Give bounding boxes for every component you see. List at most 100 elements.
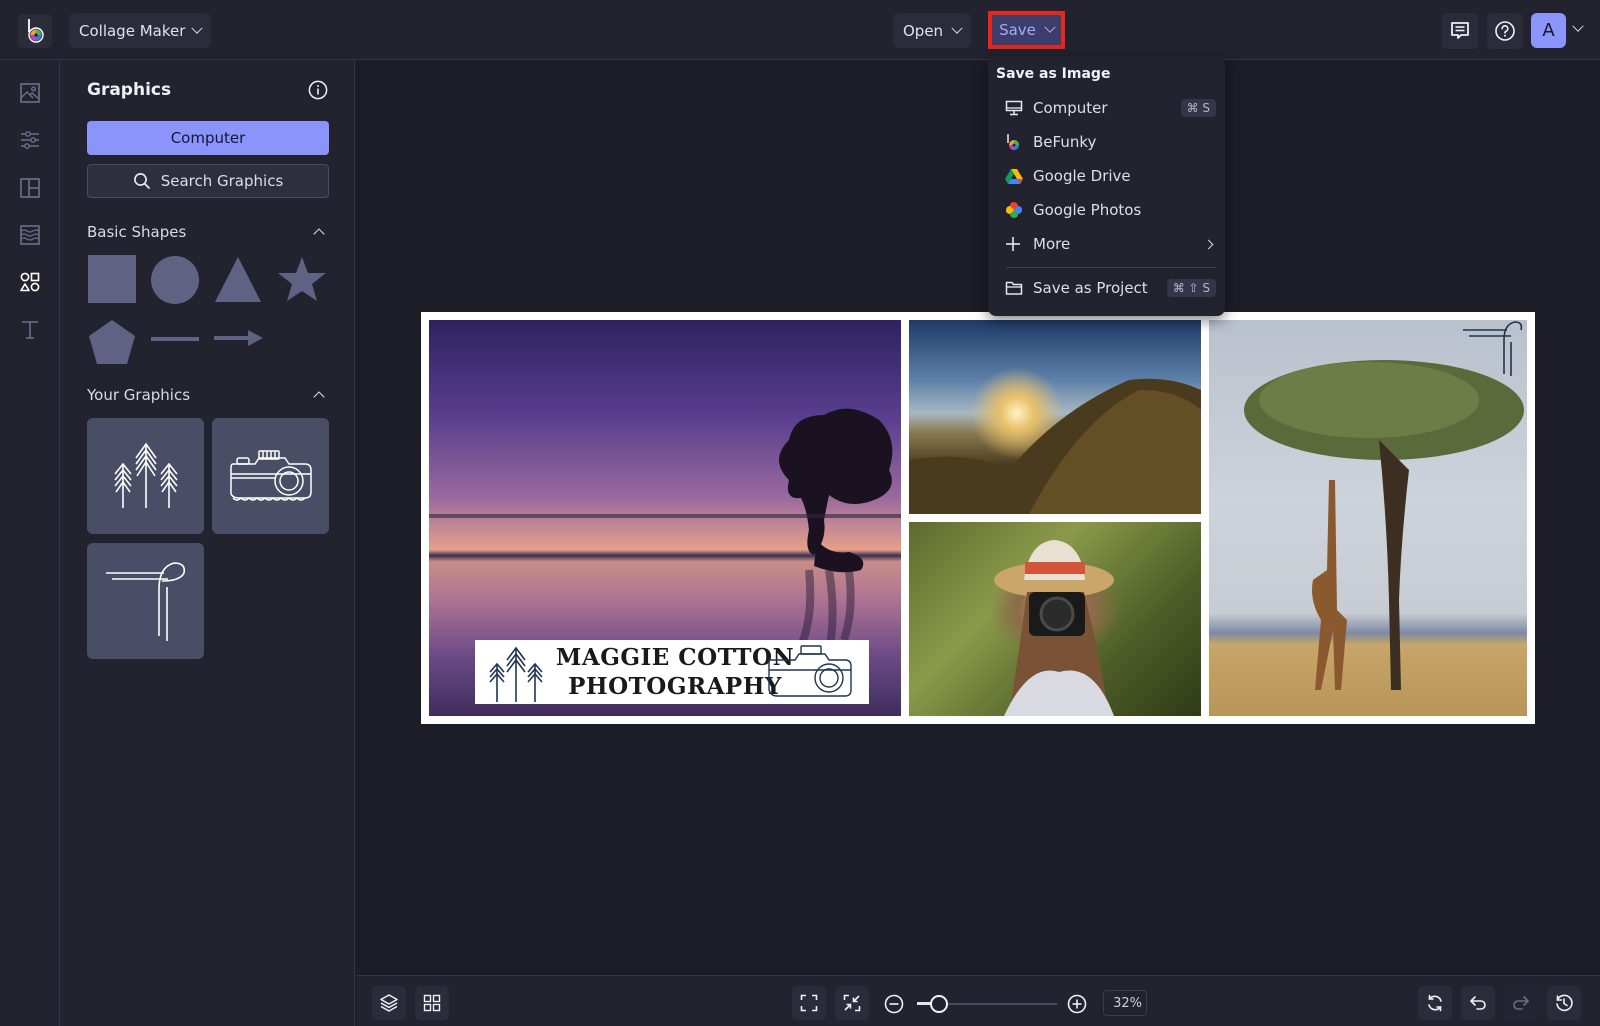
google-photos-label: Google Photos [1033,201,1142,219]
save-label: Save [999,21,1036,39]
more-label: More [1033,235,1071,253]
text-icon [22,321,38,339]
google-drive-icon [1005,169,1023,184]
zoom-slider-thumb[interactable] [930,995,949,1013]
computer-button-label: Computer [170,129,246,147]
refresh-icon [1428,994,1442,1012]
search-graphics-button[interactable]: Search Graphics [87,164,329,198]
graphic-trees[interactable] [87,418,204,534]
user-avatar[interactable]: A [1531,13,1566,48]
grid-button[interactable] [415,986,449,1020]
upload-from-computer-button[interactable]: Computer [87,121,329,155]
shape-arrow[interactable] [214,329,264,347]
logo-line-1: MAGGIE COTTON [555,644,795,671]
chevron-down-icon [951,22,963,34]
rail-item-backgrounds[interactable] [16,221,44,249]
plus-icon [1006,237,1020,251]
texture-icon [20,225,40,245]
app-selector-label: Collage Maker [79,21,186,40]
redo-button[interactable] [1504,986,1538,1020]
account-menu-chevron-icon[interactable] [1572,20,1584,32]
chevron-right-icon [1203,239,1214,249]
graphic-camera[interactable] [212,418,329,534]
save-as-project-label: Save as Project [1033,279,1148,297]
photo-mountain-sunrise[interactable] [909,320,1201,514]
history-button[interactable] [1547,986,1581,1020]
app-selector[interactable]: Collage Maker [69,13,212,48]
bottom-toolbar: 32% [356,975,1600,1026]
layers-button[interactable] [372,986,406,1020]
graphics-panel: Graphics Computer Search Graphics Basic … [60,60,355,1026]
befunky-label: BeFunky [1033,133,1097,151]
folder-icon [1005,281,1023,295]
logo-line-2: PHOTOGRAPHY [568,673,782,700]
google-photos-icon [1006,202,1022,218]
history-icon [1556,994,1573,1012]
your-graphics-header[interactable]: Your Graphics [87,386,329,404]
save-menu-item-more[interactable]: More [996,229,1216,259]
shortcut-badge: ⌘ ⇧ S [1166,279,1216,297]
comments-button[interactable] [1442,13,1478,49]
search-graphics-label: Search Graphics [160,172,284,190]
actual-size-button[interactable] [835,986,869,1020]
graphic-monogram[interactable] [87,543,204,659]
info-icon[interactable] [308,80,328,100]
collage-canvas[interactable]: MAGGIE COTTON PHOTOGRAPHY [421,312,1535,724]
watermark-logo[interactable]: MAGGIE COTTON PHOTOGRAPHY [475,640,869,704]
top-bar: Collage Maker Open Save A [0,0,1600,60]
zoom-percent-field[interactable]: 32% [1103,990,1147,1016]
save-menu-item-save-as-project[interactable]: Save as Project ⌘ ⇧ S [996,273,1216,303]
basic-shapes-header[interactable]: Basic Shapes [87,223,329,241]
save-menu-item-computer[interactable]: Computer ⌘ S [996,93,1216,123]
befunky-logo-button[interactable] [18,14,52,48]
save-menu-item-google-photos[interactable]: Google Photos [996,195,1216,225]
layout-icon [20,178,40,198]
shape-circle[interactable] [151,256,199,304]
expand-icon [800,994,818,1012]
redo-icon [1513,996,1529,1010]
your-graphics-label: Your Graphics [87,386,191,404]
logo-trees-icon [489,646,543,702]
zoom-in-icon[interactable] [1067,994,1087,1014]
camera-icon [229,450,312,501]
shape-triangle[interactable] [214,255,262,303]
mountain-silhouette [909,378,1201,514]
photo-giraffe-and-tree[interactable] [1209,320,1527,716]
save-button[interactable]: Save [988,11,1065,49]
rail-item-text[interactable] [16,316,44,344]
shape-pentagon[interactable] [88,319,136,365]
undo-button[interactable] [1461,986,1495,1020]
shape-line[interactable] [151,336,199,342]
help-button[interactable] [1487,13,1523,49]
shape-star[interactable] [277,255,327,303]
fit-to-screen-button[interactable] [792,986,826,1020]
save-as-image-heading: Save as Image [996,66,1111,82]
image-icon [20,83,40,103]
open-button[interactable]: Open [893,13,972,48]
logo-text: MAGGIE COTTON PHOTOGRAPHY [555,643,795,701]
monitor-icon [1005,100,1023,116]
save-menu-item-befunky[interactable]: BeFunky [996,127,1216,157]
shortcut-badge: ⌘ S [1180,99,1216,117]
computer-label: Computer [1033,99,1108,117]
reset-button[interactable] [1418,986,1452,1020]
save-menu-item-google-drive[interactable]: Google Drive [996,161,1216,191]
befunky-icon [1007,134,1019,150]
rail-item-graphics[interactable] [16,268,44,296]
sliders-icon [21,131,39,149]
photo-woman-with-camera[interactable] [909,522,1201,716]
chevron-up-icon [313,391,325,403]
collapse-icon [843,994,861,1012]
rail-item-adjust[interactable] [16,126,44,154]
monogram-overlay [1463,321,1523,376]
rail-item-image-manager[interactable] [16,79,44,107]
zoom-out-icon[interactable] [884,994,904,1014]
rail-item-layouts[interactable] [16,174,44,202]
giraffe-tree-scene [1244,360,1524,690]
shape-square[interactable] [88,255,136,303]
grid-icon [423,994,441,1012]
panel-title: Graphics [87,80,172,100]
google-drive-label: Google Drive [1033,167,1131,185]
befunky-logo-icon [28,19,44,43]
photo-sunset-lake-tree[interactable]: MAGGIE COTTON PHOTOGRAPHY [429,320,901,716]
